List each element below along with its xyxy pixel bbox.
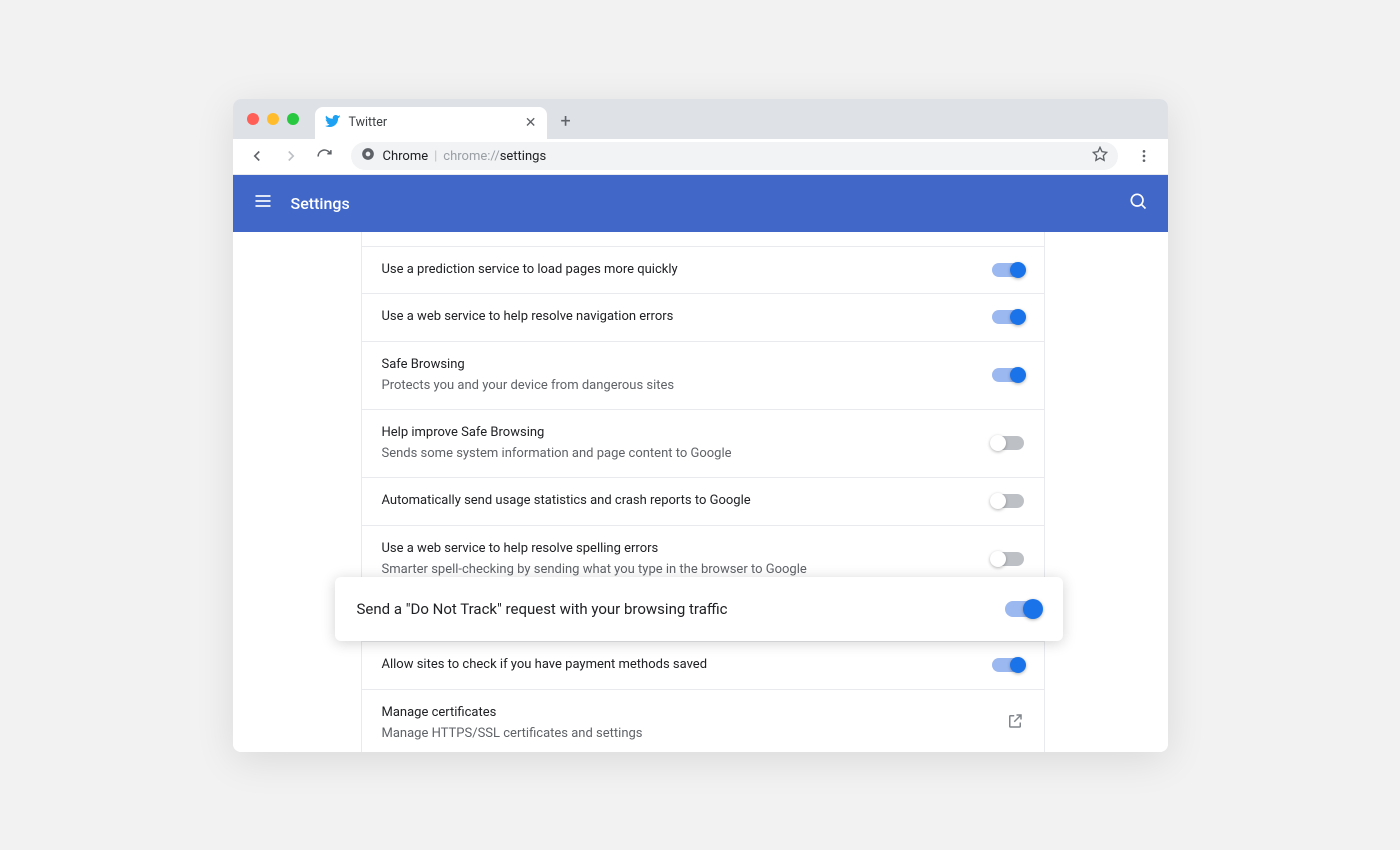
sidebar (233, 232, 361, 752)
setting-title: Allow sites to check if you have payment… (382, 655, 992, 675)
window-controls (247, 113, 299, 125)
content-area: Use a prediction service to load pages m… (233, 232, 1168, 752)
tab-title: Twitter (349, 115, 525, 130)
setting-subtitle: Sends some system information and page c… (382, 444, 992, 464)
setting-title: Use a web service to help resolve spelli… (382, 539, 992, 559)
omnibox-app: Chrome (383, 149, 429, 164)
browser-menu-button[interactable] (1130, 142, 1158, 170)
search-icon[interactable] (1128, 191, 1148, 215)
omnibox-path: settings (500, 149, 546, 164)
toggle-safe-browsing[interactable] (992, 368, 1024, 382)
window-maximize-button[interactable] (287, 113, 299, 125)
tab-close-icon[interactable]: ✕ (525, 116, 537, 130)
setting-do-not-track-card[interactable]: Send a "Do Not Track" request with your … (335, 577, 1063, 641)
setting-prediction-service[interactable]: Use a prediction service to load pages m… (362, 246, 1044, 294)
toggle-payment-methods[interactable] (992, 658, 1024, 672)
setting-navigation-errors[interactable]: Use a web service to help resolve naviga… (362, 294, 1044, 342)
window-minimize-button[interactable] (267, 113, 279, 125)
new-tab-button[interactable]: + (561, 113, 571, 131)
setting-manage-certificates[interactable]: Manage certificates Manage HTTPS/SSL cer… (362, 690, 1044, 752)
toggle-improve-safe-browsing[interactable] (992, 436, 1024, 450)
setting-improve-safe-browsing[interactable]: Help improve Safe Browsing Sends some sy… (362, 410, 1044, 478)
setting-usage-statistics[interactable]: Automatically send usage statistics and … (362, 478, 1044, 526)
toggle-usage-statistics[interactable] (992, 494, 1024, 508)
bookmark-star-icon[interactable] (1092, 146, 1108, 166)
settings-header: Settings (233, 175, 1168, 232)
setting-safe-browsing[interactable]: Safe Browsing Protects you and your devi… (362, 342, 1044, 410)
settings-panel: Use a prediction service to load pages m… (361, 232, 1045, 752)
tab-strip: Twitter ✕ + (233, 99, 1168, 139)
chrome-icon (361, 147, 375, 165)
browser-tab[interactable]: Twitter ✕ (315, 107, 547, 139)
toggle-navigation-errors[interactable] (992, 310, 1024, 324)
external-link-icon (1006, 712, 1024, 734)
browser-window: Twitter ✕ + Chrome | chrome://settings (233, 99, 1168, 752)
setting-title: Send a "Do Not Track" request with your … (357, 600, 1005, 618)
setting-payment-methods[interactable]: Allow sites to check if you have payment… (362, 642, 1044, 690)
toggle-do-not-track[interactable] (1005, 601, 1041, 617)
address-bar[interactable]: Chrome | chrome://settings (351, 142, 1118, 170)
browser-toolbar: Chrome | chrome://settings (233, 139, 1168, 175)
forward-button[interactable] (277, 142, 305, 170)
setting-title: Help improve Safe Browsing (382, 423, 992, 443)
setting-title: Automatically send usage statistics and … (382, 491, 992, 511)
setting-title: Manage certificates (382, 703, 1006, 723)
toggle-spelling-service[interactable] (992, 552, 1024, 566)
reload-button[interactable] (311, 142, 339, 170)
setting-subtitle: Manage HTTPS/SSL certificates and settin… (382, 724, 1006, 744)
hamburger-menu-icon[interactable] (253, 191, 273, 215)
setting-title: Use a web service to help resolve naviga… (382, 307, 992, 327)
setting-subtitle: Protects you and your device from danger… (382, 376, 992, 396)
toggle-prediction-service[interactable] (992, 263, 1024, 277)
setting-title: Safe Browsing (382, 355, 992, 375)
twitter-icon (325, 115, 341, 131)
page-title: Settings (291, 194, 350, 213)
window-close-button[interactable] (247, 113, 259, 125)
setting-title: Use a prediction service to load pages m… (382, 260, 992, 280)
back-button[interactable] (243, 142, 271, 170)
omnibox-proto: chrome:// (443, 149, 499, 164)
